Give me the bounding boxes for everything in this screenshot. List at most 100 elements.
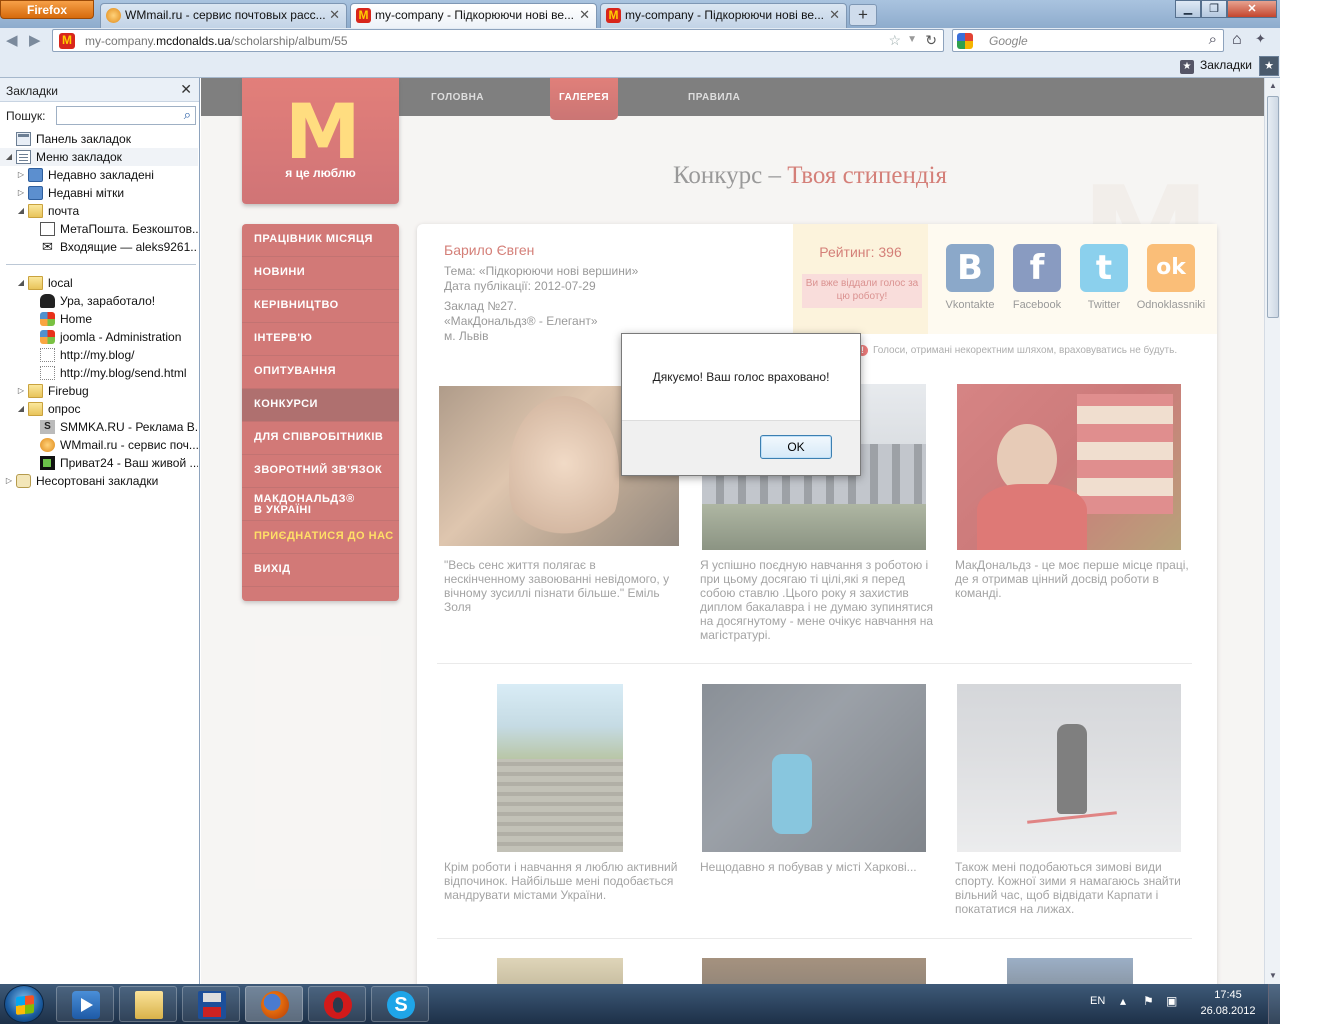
navigation-bar: ◀ ▶ M my-company.mcdonalds.ua/scholarshi… — [0, 28, 1280, 54]
bookmark-tree-item[interactable]: ▷ Недавно закладені — [0, 166, 198, 184]
bookmark-tree-item[interactable]: ▷ Несортовані закладки — [0, 472, 198, 490]
windows-taskbar: S EN ▴ ⚑ ▣ 17:45 26.08.2012 — [0, 984, 1280, 1024]
tab-wmmail[interactable]: WMmail.ru - сервис почтовых расс... ✕ — [100, 3, 347, 28]
collapse-icon[interactable]: ◢ — [4, 148, 14, 166]
language-indicator[interactable]: EN — [1090, 995, 1105, 1007]
bookmark-tree-item[interactable]: WMmail.ru - сервис поч... — [0, 436, 198, 454]
collapse-icon[interactable]: ◢ — [16, 400, 26, 418]
bookmark-tree-item[interactable]: ◢ Меню закладок — [0, 148, 198, 166]
chevron-down-icon[interactable]: ▼ — [907, 34, 917, 45]
home-icon[interactable]: ⌂ — [1232, 31, 1242, 49]
search-input[interactable]: Google — [989, 34, 1028, 48]
joomla-icon — [40, 330, 55, 344]
bookmark-tree-item[interactable]: Приват24 - Ваш живой ... — [0, 454, 198, 472]
bookmark-label: SMMKA.RU - Реклама В... — [60, 420, 198, 434]
close-icon[interactable]: ✕ — [829, 4, 840, 26]
network-icon[interactable]: ▣ — [1166, 994, 1177, 1008]
google-icon[interactable] — [957, 33, 973, 49]
bookmark-tree-item[interactable]: ▷ Недавні мітки — [0, 184, 198, 202]
bookmark-label: Несортовані закладки — [36, 474, 159, 488]
taskbar-skype[interactable]: S — [371, 986, 429, 1022]
joomla-icon — [40, 312, 55, 326]
bookmark-tree-item[interactable]: ◢ почта — [0, 202, 198, 220]
action-center-flag-icon[interactable]: ⚑ — [1143, 994, 1154, 1008]
close-icon[interactable]: ✕ — [180, 81, 192, 98]
smmka-icon: S — [40, 420, 55, 434]
taskbar-save-app[interactable] — [182, 986, 240, 1022]
bookmarks-sidebar: Закладки ✕ Пошук: ⌕ Панель закладок ◢ Меню… — [0, 78, 200, 984]
search-icon[interactable]: ⌕ — [1209, 31, 1217, 48]
bookmark-tree-item[interactable]: ✉ Входящие — aleks9261... — [0, 238, 198, 256]
new-tab-button[interactable]: + — [849, 4, 877, 26]
bookmark-label: http://my.blog/send.html — [60, 366, 187, 380]
close-icon[interactable]: ✕ — [579, 4, 590, 26]
bookmark-label: Недавно закладені — [48, 168, 154, 182]
url-bar[interactable]: M my-company.mcdonalds.ua/scholarship/al… — [52, 29, 944, 52]
expand-icon[interactable]: ▷ — [16, 382, 26, 400]
bookmark-tree-item[interactable]: ▷ Firebug — [0, 382, 198, 400]
mcdonalds-icon: M — [356, 8, 371, 23]
bookmark-tree-item[interactable]: Home — [0, 310, 198, 328]
clock-date[interactable]: 26.08.2012 — [1195, 1005, 1261, 1017]
clock-time[interactable]: 17:45 — [1195, 989, 1261, 1001]
page-scrollbar[interactable]: ▲ ▼ — [1264, 78, 1280, 984]
back-arrow-icon[interactable]: ◀ — [6, 31, 18, 49]
sidebar-search-input[interactable]: ⌕ — [56, 106, 196, 125]
collapse-icon[interactable]: ◢ — [16, 274, 26, 292]
tab-my-company[interactable]: M my-company - Підкорюючи нові ве... ✕ — [600, 3, 847, 28]
bookmark-tree-item[interactable]: ◢ опрос — [0, 400, 198, 418]
reload-icon[interactable]: ↻ — [925, 32, 937, 49]
windows-logo-icon — [16, 995, 34, 1015]
ok-button[interactable]: OK — [760, 435, 832, 459]
taskbar-explorer[interactable] — [119, 986, 177, 1022]
wmmail-icon — [106, 8, 121, 23]
tab-my-company-active[interactable]: M my-company - Підкорюючи нові ве... ✕ — [350, 3, 597, 28]
addon-icon[interactable]: ✦ — [1255, 31, 1266, 47]
bookmarks-toolbar: ★ Закладки ★ — [0, 54, 1280, 78]
search-icon[interactable]: ⌕ — [184, 107, 191, 123]
search-bar[interactable]: Google ⌕ — [952, 29, 1224, 52]
bookmark-label: Home — [60, 312, 93, 326]
scrollbar-thumb[interactable] — [1267, 96, 1279, 318]
bookmark-tree-item[interactable]: МетаПошта. Безкоштов... — [0, 220, 198, 238]
bookmark-tree-item[interactable]: http://my.blog/ — [0, 346, 198, 364]
expand-icon[interactable]: ▷ — [4, 472, 14, 490]
maximize-button[interactable]: ❐ — [1201, 0, 1227, 18]
minimize-button[interactable]: ▁ — [1175, 0, 1201, 18]
taskbar-firefox[interactable] — [245, 986, 303, 1022]
bookmark-tree-item[interactable]: Панель закладок — [0, 130, 198, 148]
window-close-button[interactable]: ✕ — [1227, 0, 1277, 18]
bookmark-label: опрос — [48, 402, 81, 416]
scroll-up-icon[interactable]: ▲ — [1265, 78, 1281, 94]
tray-expand-icon[interactable]: ▴ — [1120, 994, 1126, 1008]
scroll-down-icon[interactable]: ▼ — [1265, 968, 1281, 984]
show-desktop-button[interactable] — [1268, 984, 1280, 1024]
bookmarks-star-icon[interactable]: ★ — [1259, 56, 1279, 76]
bookmark-label: Меню закладок — [36, 150, 122, 164]
bookmark-label: МетаПошта. Безкоштов... — [60, 222, 198, 236]
forward-arrow-icon[interactable]: ▶ — [29, 31, 41, 49]
bookmarks-menu-button[interactable]: ★ Закладки — [1180, 58, 1252, 74]
bookmark-tree-item[interactable]: http://my.blog/send.html — [0, 364, 198, 382]
taskbar-media-player[interactable] — [56, 986, 114, 1022]
star-icon[interactable]: ☆ — [888, 32, 901, 49]
bookmark-tree-item[interactable]: S SMMKA.RU - Реклама В... — [0, 418, 198, 436]
bookmark-label: почта — [48, 204, 80, 218]
firefox-menu-button[interactable]: Firefox — [0, 0, 94, 19]
bookmark-tree-item[interactable]: ◢ local — [0, 274, 198, 292]
collapse-icon[interactable]: ◢ — [16, 202, 26, 220]
expand-icon[interactable]: ▷ — [16, 184, 26, 202]
bookmark-label: WMmail.ru - сервис поч... — [60, 438, 198, 452]
bookmark-label: Ура, заработало! — [60, 294, 156, 308]
expand-icon[interactable]: ▷ — [16, 166, 26, 184]
start-button[interactable] — [4, 985, 44, 1023]
firefox-icon — [261, 991, 289, 1019]
folder-icon — [28, 276, 43, 290]
mail-icon: ✉ — [42, 239, 53, 254]
mcdonalds-icon: M — [606, 8, 621, 23]
bookmark-tree-item[interactable]: Ура, заработало! — [0, 292, 198, 310]
bookmark-tree-item[interactable]: joomla - Administration — [0, 328, 198, 346]
panel-icon — [16, 132, 31, 146]
close-icon[interactable]: ✕ — [329, 4, 340, 26]
taskbar-opera[interactable] — [308, 986, 366, 1022]
